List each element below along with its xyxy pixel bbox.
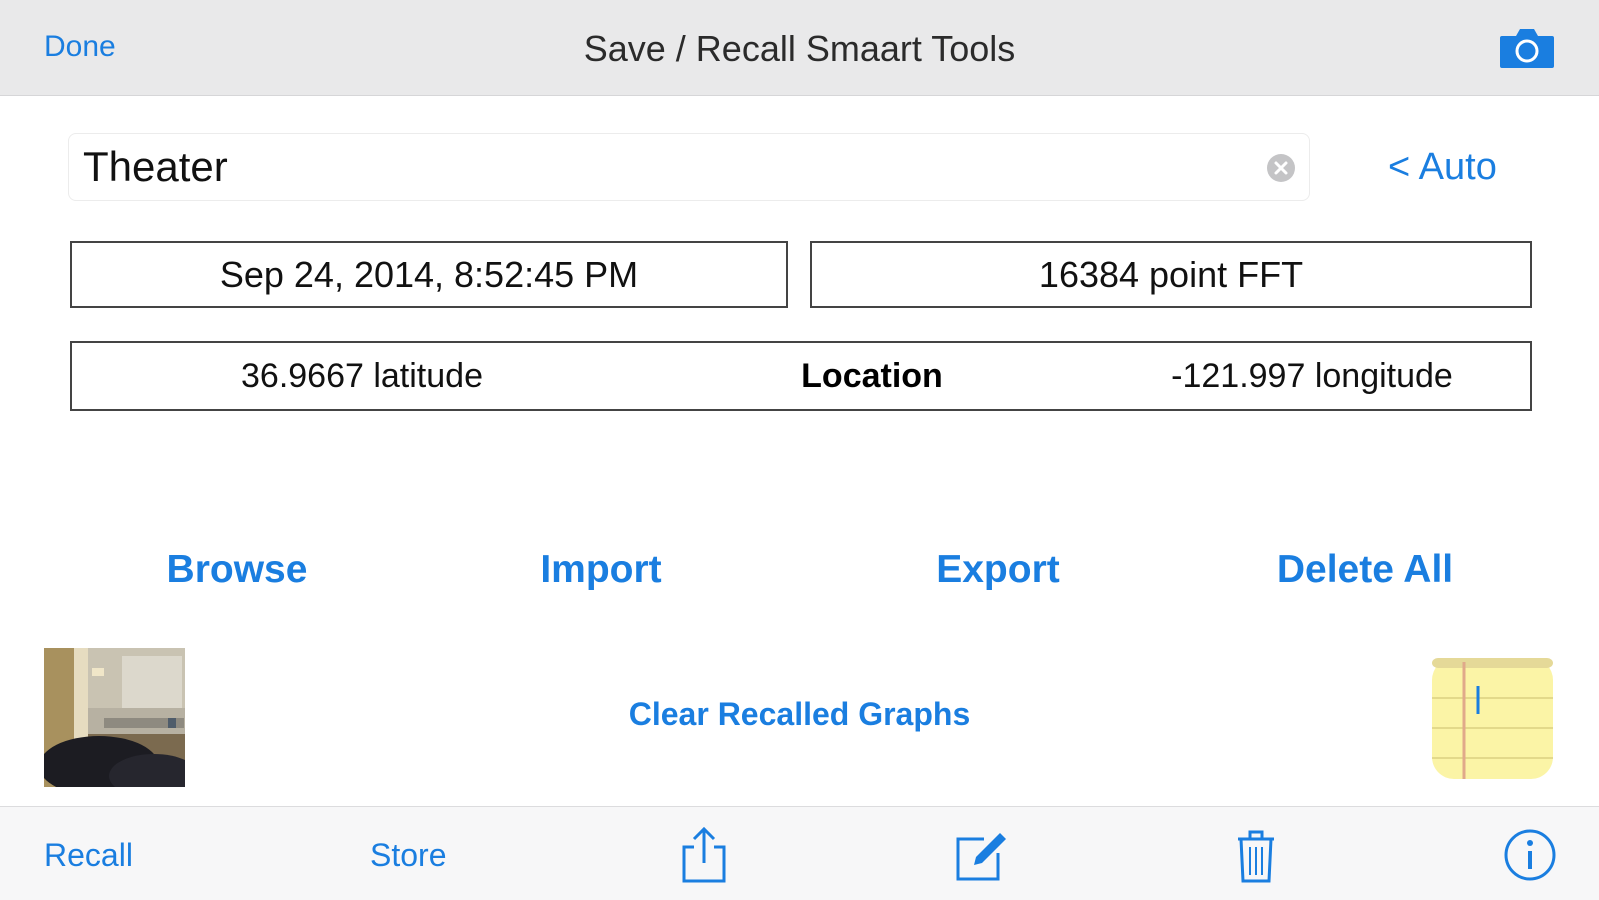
camera-icon[interactable] xyxy=(1498,24,1556,70)
browse-button[interactable]: Browse xyxy=(87,548,387,592)
recall-button[interactable]: Recall xyxy=(44,837,133,874)
name-field xyxy=(68,133,1310,201)
fft-text: 16384 point FFT xyxy=(1038,254,1304,295)
nav-bar: Done Save / Recall Smaart Tools xyxy=(0,0,1599,96)
import-button[interactable]: Import xyxy=(451,548,751,592)
store-button[interactable]: Store xyxy=(370,837,446,874)
delete-all-button[interactable]: Delete All xyxy=(1215,548,1515,592)
page-title: Save / Recall Smaart Tools xyxy=(583,28,1016,69)
fft-box: 16384 point FFT xyxy=(810,241,1532,308)
trash-icon[interactable] xyxy=(1228,825,1284,885)
timestamp-box: Sep 24, 2014, 8:52:45 PM xyxy=(70,241,788,308)
clear-graphs-container: Clear Recalled Graphs xyxy=(0,696,1599,733)
name-input[interactable] xyxy=(83,144,1243,190)
auto-button[interactable]: < Auto xyxy=(1388,146,1497,189)
location-label: Location xyxy=(801,357,943,395)
info-icon[interactable] xyxy=(1502,825,1558,885)
share-icon[interactable] xyxy=(676,825,732,885)
latitude-text: 36.9667 latitude xyxy=(241,357,483,395)
export-button[interactable]: Export xyxy=(848,548,1148,592)
location-box: 36.9667 latitude Location -121.997 longi… xyxy=(70,341,1532,411)
timestamp-text: Sep 24, 2014, 8:52:45 PM xyxy=(219,254,639,295)
longitude-text: -121.997 longitude xyxy=(1171,357,1453,395)
bottom-toolbar: Recall Store xyxy=(0,806,1599,900)
clear-recalled-graphs-button[interactable]: Clear Recalled Graphs xyxy=(629,696,970,732)
clear-icon[interactable] xyxy=(1265,152,1297,184)
compose-icon[interactable] xyxy=(952,825,1008,885)
notes-icon[interactable] xyxy=(1430,656,1555,781)
